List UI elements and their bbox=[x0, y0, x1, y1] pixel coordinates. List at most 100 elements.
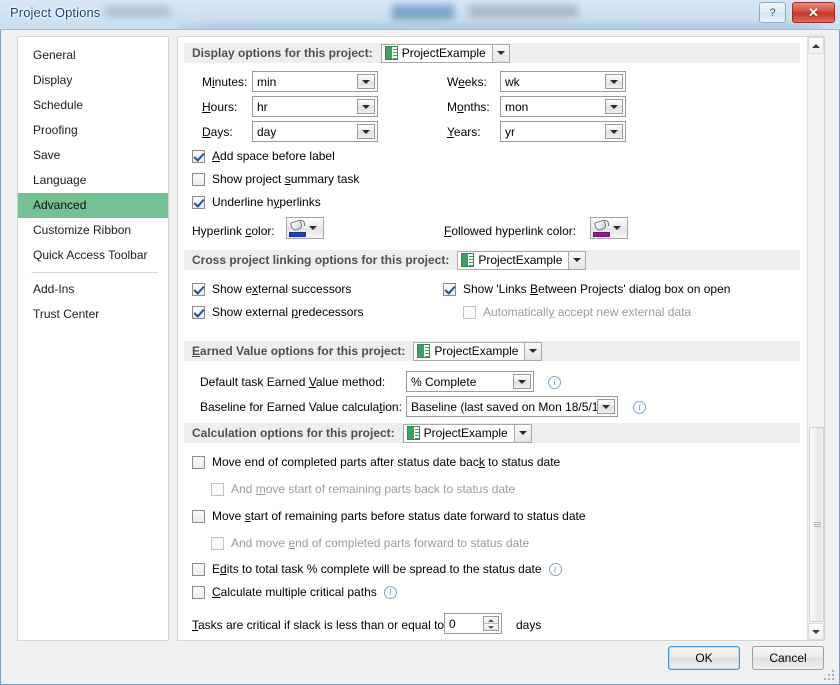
default-earned-value-method-combo[interactable]: % Complete bbox=[406, 371, 534, 392]
scrollbar-thumb[interactable] bbox=[809, 427, 824, 622]
checkbox-box[interactable] bbox=[443, 282, 456, 296]
project-selector-calculation[interactable]: ProjectExample bbox=[402, 423, 532, 443]
project-selector-earned-value[interactable]: ProjectExample bbox=[413, 341, 543, 361]
checkbox-automatically-accept-new-external-data[interactable]: Automatically accept new external data bbox=[463, 305, 691, 319]
help-icon[interactable]: ? bbox=[759, 2, 786, 23]
minutes-combo[interactable]: min bbox=[252, 71, 378, 92]
info-icon[interactable]: i bbox=[383, 585, 397, 599]
sidebar-item-schedule[interactable]: Schedule bbox=[18, 93, 168, 118]
years-combo[interactable]: yr bbox=[500, 121, 626, 142]
chevron-down-icon[interactable] bbox=[524, 342, 542, 360]
project-selector-cross-project[interactable]: ProjectExample bbox=[457, 250, 587, 270]
checkbox-show-external-successors[interactable]: Show external successors bbox=[192, 282, 351, 296]
blurred-backdrop-content bbox=[104, 6, 170, 17]
checkbox-move-end-of-completed-parts-back[interactable]: Move end of completed parts after status… bbox=[192, 455, 560, 469]
chevron-down-icon[interactable] bbox=[357, 124, 375, 139]
resize-grip-icon[interactable] bbox=[824, 670, 836, 682]
checkbox-box[interactable] bbox=[192, 585, 205, 599]
minutes-value: min bbox=[257, 74, 277, 89]
sidebar-item-proofing[interactable]: Proofing bbox=[18, 118, 168, 143]
cancel-button[interactable]: Cancel bbox=[752, 646, 824, 670]
checkbox-label: Edits to total task % complete will be s… bbox=[212, 562, 542, 576]
critical-slack-row: Tasks are critical if slack is less than… bbox=[178, 613, 808, 640]
checkbox-box[interactable] bbox=[192, 455, 205, 469]
title-bar[interactable]: Project Options ? ✕ bbox=[0, 0, 840, 30]
critical-slack-stepper[interactable]: 0 bbox=[444, 613, 502, 634]
sidebar-item-save[interactable]: Save bbox=[18, 143, 168, 168]
sidebar-item-display[interactable]: Display bbox=[18, 68, 168, 93]
checkbox-box[interactable] bbox=[463, 305, 476, 319]
critical-slack-value[interactable]: 0 bbox=[445, 614, 483, 633]
scroll-down-icon[interactable] bbox=[808, 623, 824, 640]
options-vertical-scrollbar[interactable] bbox=[807, 37, 824, 640]
checkbox-box[interactable] bbox=[192, 509, 205, 523]
project-selector-face: ProjectExample bbox=[458, 252, 568, 269]
info-icon[interactable]: i bbox=[548, 376, 561, 389]
checkbox-box[interactable] bbox=[192, 305, 205, 319]
checkbox-box[interactable] bbox=[211, 536, 224, 550]
checkbox-box[interactable] bbox=[192, 562, 205, 576]
scroll-up-icon[interactable] bbox=[808, 37, 824, 54]
checkbox-calculate-multiple-critical-paths[interactable]: Calculate multiple critical paths i bbox=[192, 585, 397, 599]
years-label: Years: bbox=[447, 125, 481, 139]
checkbox-box[interactable] bbox=[192, 282, 205, 296]
info-icon[interactable]: i bbox=[548, 562, 562, 576]
baseline-for-earned-value-combo[interactable]: Baseline (last saved on Mon 18/5/15) bbox=[406, 396, 618, 417]
followed-hyperlink-color-picker[interactable] bbox=[590, 217, 628, 239]
days-value: day bbox=[257, 124, 277, 139]
chevron-down-icon[interactable] bbox=[309, 226, 317, 230]
sidebar-item-add-ins[interactable]: Add-Ins bbox=[18, 277, 168, 302]
months-combo[interactable]: mon bbox=[500, 96, 626, 117]
checkbox-box[interactable] bbox=[192, 149, 205, 163]
project-options-dialog: Project Options ? ✕ General Display Sche… bbox=[0, 0, 840, 685]
checkbox-show-links-between-projects-dialog[interactable]: Show 'Links Between Projects' dialog box… bbox=[443, 282, 730, 296]
sidebar-item-trust-center[interactable]: Trust Center bbox=[18, 302, 168, 327]
checkbox-underline-hyperlinks[interactable]: Underline hyperlinks bbox=[192, 195, 321, 209]
checkbox-label: Automatically accept new external data bbox=[483, 305, 692, 319]
weeks-combo[interactable]: wk bbox=[500, 71, 626, 92]
chevron-down-icon[interactable] bbox=[357, 99, 375, 114]
hours-combo[interactable]: hr bbox=[252, 96, 378, 117]
months-label: Months: bbox=[447, 100, 490, 114]
checkbox-add-space-before-label[interactable]: Add space before label bbox=[192, 149, 335, 163]
checkbox-show-external-predecessors[interactable]: Show external predecessors bbox=[192, 305, 363, 319]
chevron-down-icon[interactable] bbox=[613, 226, 621, 230]
critical-slack-units: days bbox=[516, 618, 542, 632]
chevron-down-icon[interactable] bbox=[513, 374, 531, 389]
stepper-up-icon[interactable] bbox=[484, 617, 498, 624]
checkbox-and-move-end-of-completed-parts-forward[interactable]: And move end of completed parts forward … bbox=[211, 536, 529, 550]
hyperlink-color-label: Hyperlink color: bbox=[192, 224, 275, 238]
checkbox-box[interactable] bbox=[192, 195, 205, 209]
chevron-down-icon[interactable] bbox=[491, 44, 509, 62]
days-combo[interactable]: day bbox=[252, 121, 378, 142]
chevron-down-icon[interactable] bbox=[568, 251, 586, 269]
chevron-down-icon[interactable] bbox=[357, 74, 375, 89]
sidebar-item-advanced[interactable]: Advanced bbox=[18, 193, 168, 218]
info-icon[interactable]: i bbox=[633, 401, 646, 414]
blurred-backdrop-content bbox=[0, 24, 840, 29]
project-selector-display[interactable]: ProjectExample bbox=[380, 43, 510, 63]
stepper-down-icon[interactable] bbox=[484, 624, 498, 630]
hyperlink-color-picker[interactable] bbox=[286, 217, 324, 239]
chevron-down-icon[interactable] bbox=[597, 399, 615, 414]
chevron-down-icon[interactable] bbox=[605, 99, 623, 114]
sidebar-item-language[interactable]: Language bbox=[18, 168, 168, 193]
checkbox-box[interactable] bbox=[211, 482, 224, 496]
chevron-down-icon[interactable] bbox=[605, 74, 623, 89]
sidebar-item-general[interactable]: General bbox=[18, 43, 168, 68]
checkbox-edits-to-total-task-percent-complete[interactable]: Edits to total task % complete will be s… bbox=[192, 562, 562, 576]
chevron-down-icon[interactable] bbox=[605, 124, 623, 139]
sidebar-item-quick-access-toolbar[interactable]: Quick Access Toolbar bbox=[18, 243, 168, 268]
sidebar-item-customize-ribbon[interactable]: Customize Ribbon bbox=[18, 218, 168, 243]
chevron-down-icon[interactable] bbox=[513, 424, 531, 442]
checkbox-show-project-summary-task[interactable]: Show project summary task bbox=[192, 172, 359, 186]
stepper-buttons[interactable] bbox=[483, 616, 499, 631]
minutes-label: Minutes: bbox=[202, 75, 248, 89]
checkbox-move-start-of-remaining-parts-forward[interactable]: Move start of remaining parts before sta… bbox=[192, 509, 586, 523]
checkbox-and-move-start-of-remaining-parts-back[interactable]: And move start of remaining parts back t… bbox=[211, 482, 515, 496]
checkbox-box[interactable] bbox=[192, 172, 205, 186]
baseline-for-earned-value-label: Baseline for Earned Value calculation: bbox=[200, 400, 402, 414]
close-icon[interactable]: ✕ bbox=[792, 2, 835, 23]
project-name-label: ProjectExample bbox=[423, 426, 508, 440]
ok-button[interactable]: OK bbox=[668, 646, 740, 670]
